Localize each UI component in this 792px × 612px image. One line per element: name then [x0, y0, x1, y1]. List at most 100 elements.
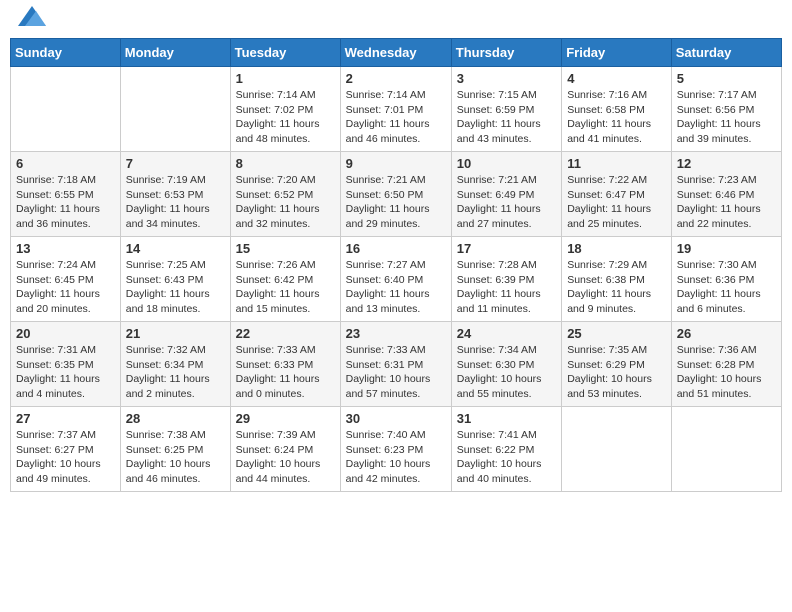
calendar-cell: [11, 67, 121, 152]
day-info: Sunrise: 7:31 AM Sunset: 6:35 PM Dayligh…: [16, 343, 115, 402]
day-number: 28: [126, 411, 225, 426]
day-info: Sunrise: 7:36 AM Sunset: 6:28 PM Dayligh…: [677, 343, 776, 402]
calendar-cell: 7 Sunrise: 7:19 AM Sunset: 6:53 PM Daylig…: [120, 152, 230, 237]
calendar-cell: 10 Sunrise: 7:21 AM Sunset: 6:49 PM Dayli…: [451, 152, 561, 237]
day-info: Sunrise: 7:41 AM Sunset: 6:22 PM Dayligh…: [457, 428, 556, 487]
day-info: Sunrise: 7:35 AM Sunset: 6:29 PM Dayligh…: [567, 343, 666, 402]
day-number: 3: [457, 71, 556, 86]
calendar-cell: 23 Sunrise: 7:33 AM Sunset: 6:31 PM Dayli…: [340, 322, 451, 407]
header-saturday: Saturday: [671, 39, 781, 67]
header-sunday: Sunday: [11, 39, 121, 67]
calendar-cell: 13 Sunrise: 7:24 AM Sunset: 6:45 PM Dayli…: [11, 237, 121, 322]
calendar-cell: 3 Sunrise: 7:15 AM Sunset: 6:59 PM Daylig…: [451, 67, 561, 152]
day-info: Sunrise: 7:22 AM Sunset: 6:47 PM Dayligh…: [567, 173, 666, 232]
day-number: 2: [346, 71, 446, 86]
day-info: Sunrise: 7:16 AM Sunset: 6:58 PM Dayligh…: [567, 88, 666, 147]
calendar-cell: 28 Sunrise: 7:38 AM Sunset: 6:25 PM Dayli…: [120, 407, 230, 492]
day-number: 14: [126, 241, 225, 256]
header-thursday: Thursday: [451, 39, 561, 67]
header-wednesday: Wednesday: [340, 39, 451, 67]
calendar-cell: 1Sunrise: 7:14 AM Sunset: 7:02 PM Daylig…: [230, 67, 340, 152]
calendar-week-1: 1Sunrise: 7:14 AM Sunset: 7:02 PM Daylig…: [11, 67, 782, 152]
calendar-cell: 5 Sunrise: 7:17 AM Sunset: 6:56 PM Daylig…: [671, 67, 781, 152]
header-tuesday: Tuesday: [230, 39, 340, 67]
calendar-cell: 17 Sunrise: 7:28 AM Sunset: 6:39 PM Dayli…: [451, 237, 561, 322]
day-number: 24: [457, 326, 556, 341]
day-number: 12: [677, 156, 776, 171]
calendar-cell: 24 Sunrise: 7:34 AM Sunset: 6:30 PM Dayli…: [451, 322, 561, 407]
day-info: Sunrise: 7:23 AM Sunset: 6:46 PM Dayligh…: [677, 173, 776, 232]
day-info: Sunrise: 7:14 AM Sunset: 7:02 PM Dayligh…: [236, 88, 335, 147]
calendar-cell: 16Sunrise: 7:27 AM Sunset: 6:40 PM Dayli…: [340, 237, 451, 322]
calendar-cell: 31 Sunrise: 7:41 AM Sunset: 6:22 PM Dayli…: [451, 407, 561, 492]
calendar-cell: 6 Sunrise: 7:18 AM Sunset: 6:55 PM Daylig…: [11, 152, 121, 237]
day-info: Sunrise: 7:21 AM Sunset: 6:49 PM Dayligh…: [457, 173, 556, 232]
calendar-cell: 19 Sunrise: 7:30 AM Sunset: 6:36 PM Dayli…: [671, 237, 781, 322]
day-number: 25: [567, 326, 666, 341]
day-number: 5: [677, 71, 776, 86]
calendar-week-3: 13 Sunrise: 7:24 AM Sunset: 6:45 PM Dayli…: [11, 237, 782, 322]
calendar-cell: 30 Sunrise: 7:40 AM Sunset: 6:23 PM Dayli…: [340, 407, 451, 492]
day-number: 7: [126, 156, 225, 171]
logo-icon: [18, 6, 46, 26]
day-info: Sunrise: 7:28 AM Sunset: 6:39 PM Dayligh…: [457, 258, 556, 317]
calendar-cell: 9Sunrise: 7:21 AM Sunset: 6:50 PM Daylig…: [340, 152, 451, 237]
day-number: 17: [457, 241, 556, 256]
day-number: 30: [346, 411, 446, 426]
calendar-cell: 21Sunrise: 7:32 AM Sunset: 6:34 PM Dayli…: [120, 322, 230, 407]
calendar-cell: 8Sunrise: 7:20 AM Sunset: 6:52 PM Daylig…: [230, 152, 340, 237]
day-info: Sunrise: 7:15 AM Sunset: 6:59 PM Dayligh…: [457, 88, 556, 147]
day-number: 18: [567, 241, 666, 256]
day-number: 31: [457, 411, 556, 426]
calendar-table: SundayMondayTuesdayWednesdayThursdayFrid…: [10, 38, 782, 492]
calendar-cell: 26 Sunrise: 7:36 AM Sunset: 6:28 PM Dayli…: [671, 322, 781, 407]
day-number: 23: [346, 326, 446, 341]
header-monday: Monday: [120, 39, 230, 67]
day-number: 22: [236, 326, 335, 341]
calendar-cell: 2 Sunrise: 7:14 AM Sunset: 7:01 PM Daylig…: [340, 67, 451, 152]
calendar-week-5: 27 Sunrise: 7:37 AM Sunset: 6:27 PM Dayli…: [11, 407, 782, 492]
calendar-week-2: 6 Sunrise: 7:18 AM Sunset: 6:55 PM Daylig…: [11, 152, 782, 237]
day-number: 27: [16, 411, 115, 426]
calendar-cell: 18Sunrise: 7:29 AM Sunset: 6:38 PM Dayli…: [562, 237, 672, 322]
day-number: 15: [236, 241, 335, 256]
day-number: 10: [457, 156, 556, 171]
day-info: Sunrise: 7:32 AM Sunset: 6:34 PM Dayligh…: [126, 343, 225, 402]
day-info: Sunrise: 7:17 AM Sunset: 6:56 PM Dayligh…: [677, 88, 776, 147]
calendar-cell: 12 Sunrise: 7:23 AM Sunset: 6:46 PM Dayli…: [671, 152, 781, 237]
calendar-cell: 22Sunrise: 7:33 AM Sunset: 6:33 PM Dayli…: [230, 322, 340, 407]
day-info: Sunrise: 7:25 AM Sunset: 6:43 PM Dayligh…: [126, 258, 225, 317]
day-info: Sunrise: 7:18 AM Sunset: 6:55 PM Dayligh…: [16, 173, 115, 232]
day-number: 20: [16, 326, 115, 341]
day-info: Sunrise: 7:24 AM Sunset: 6:45 PM Dayligh…: [16, 258, 115, 317]
calendar-cell: 15 Sunrise: 7:26 AM Sunset: 6:42 PM Dayli…: [230, 237, 340, 322]
calendar-cell: 4 Sunrise: 7:16 AM Sunset: 6:58 PM Daylig…: [562, 67, 672, 152]
calendar-cell: 25 Sunrise: 7:35 AM Sunset: 6:29 PM Dayli…: [562, 322, 672, 407]
calendar-cell: 14 Sunrise: 7:25 AM Sunset: 6:43 PM Dayli…: [120, 237, 230, 322]
calendar-cell: 20 Sunrise: 7:31 AM Sunset: 6:35 PM Dayli…: [11, 322, 121, 407]
day-info: Sunrise: 7:19 AM Sunset: 6:53 PM Dayligh…: [126, 173, 225, 232]
day-number: 19: [677, 241, 776, 256]
day-info: Sunrise: 7:34 AM Sunset: 6:30 PM Dayligh…: [457, 343, 556, 402]
day-info: Sunrise: 7:30 AM Sunset: 6:36 PM Dayligh…: [677, 258, 776, 317]
calendar-cell: [671, 407, 781, 492]
day-info: Sunrise: 7:37 AM Sunset: 6:27 PM Dayligh…: [16, 428, 115, 487]
day-number: 16: [346, 241, 446, 256]
calendar-cell: [120, 67, 230, 152]
calendar-week-4: 20 Sunrise: 7:31 AM Sunset: 6:35 PM Dayli…: [11, 322, 782, 407]
header-friday: Friday: [562, 39, 672, 67]
day-number: 26: [677, 326, 776, 341]
day-number: 4: [567, 71, 666, 86]
day-info: Sunrise: 7:40 AM Sunset: 6:23 PM Dayligh…: [346, 428, 446, 487]
day-number: 8: [236, 156, 335, 171]
day-info: Sunrise: 7:38 AM Sunset: 6:25 PM Dayligh…: [126, 428, 225, 487]
calendar-cell: 29Sunrise: 7:39 AM Sunset: 6:24 PM Dayli…: [230, 407, 340, 492]
day-info: Sunrise: 7:33 AM Sunset: 6:31 PM Dayligh…: [346, 343, 446, 402]
calendar-cell: 27 Sunrise: 7:37 AM Sunset: 6:27 PM Dayli…: [11, 407, 121, 492]
calendar-cell: 11Sunrise: 7:22 AM Sunset: 6:47 PM Dayli…: [562, 152, 672, 237]
day-info: Sunrise: 7:26 AM Sunset: 6:42 PM Dayligh…: [236, 258, 335, 317]
day-number: 6: [16, 156, 115, 171]
day-number: 13: [16, 241, 115, 256]
day-info: Sunrise: 7:14 AM Sunset: 7:01 PM Dayligh…: [346, 88, 446, 147]
day-number: 9: [346, 156, 446, 171]
